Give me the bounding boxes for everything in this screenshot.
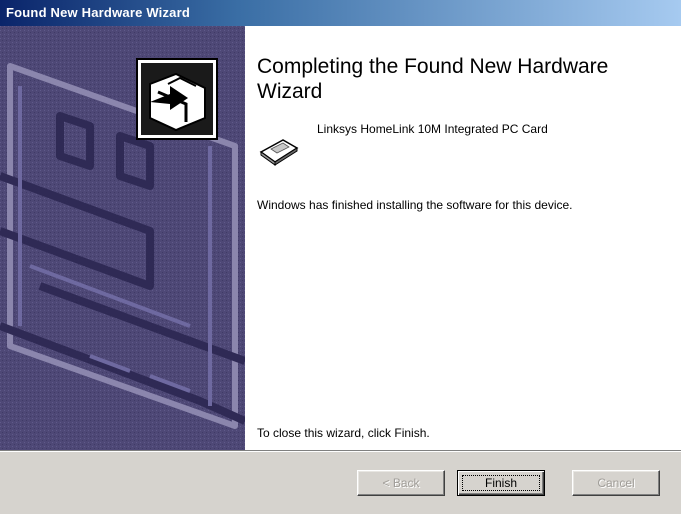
close-instruction: To close this wizard, click Finish. bbox=[257, 426, 430, 440]
cancel-button[interactable]: Cancel bbox=[572, 470, 660, 496]
network-card-icon bbox=[259, 139, 299, 166]
wizard-hardware-icon bbox=[136, 58, 218, 140]
finish-button[interactable]: Finish bbox=[457, 470, 545, 496]
device-row: Linksys HomeLink 10M Integrated PC Card bbox=[257, 122, 667, 172]
wizard-window: Found New Hardware Wizard Completing the… bbox=[0, 0, 681, 514]
finished-message: Windows has finished installing the soft… bbox=[257, 198, 573, 212]
device-name: Linksys HomeLink 10M Integrated PC Card bbox=[317, 122, 548, 136]
title-bar[interactable]: Found New Hardware Wizard bbox=[0, 0, 681, 26]
wizard-content: Completing the Found New Hardware Wizard… bbox=[245, 26, 681, 450]
button-separator bbox=[0, 450, 681, 452]
window-title: Found New Hardware Wizard bbox=[6, 5, 191, 20]
sidebar-illustration bbox=[0, 26, 245, 450]
finish-button-label: Finish bbox=[484, 476, 517, 490]
page-title: Completing the Found New Hardware Wizard bbox=[257, 55, 609, 103]
back-button[interactable]: < Back bbox=[357, 470, 445, 496]
wizard-sidebar-graphic bbox=[0, 26, 245, 450]
